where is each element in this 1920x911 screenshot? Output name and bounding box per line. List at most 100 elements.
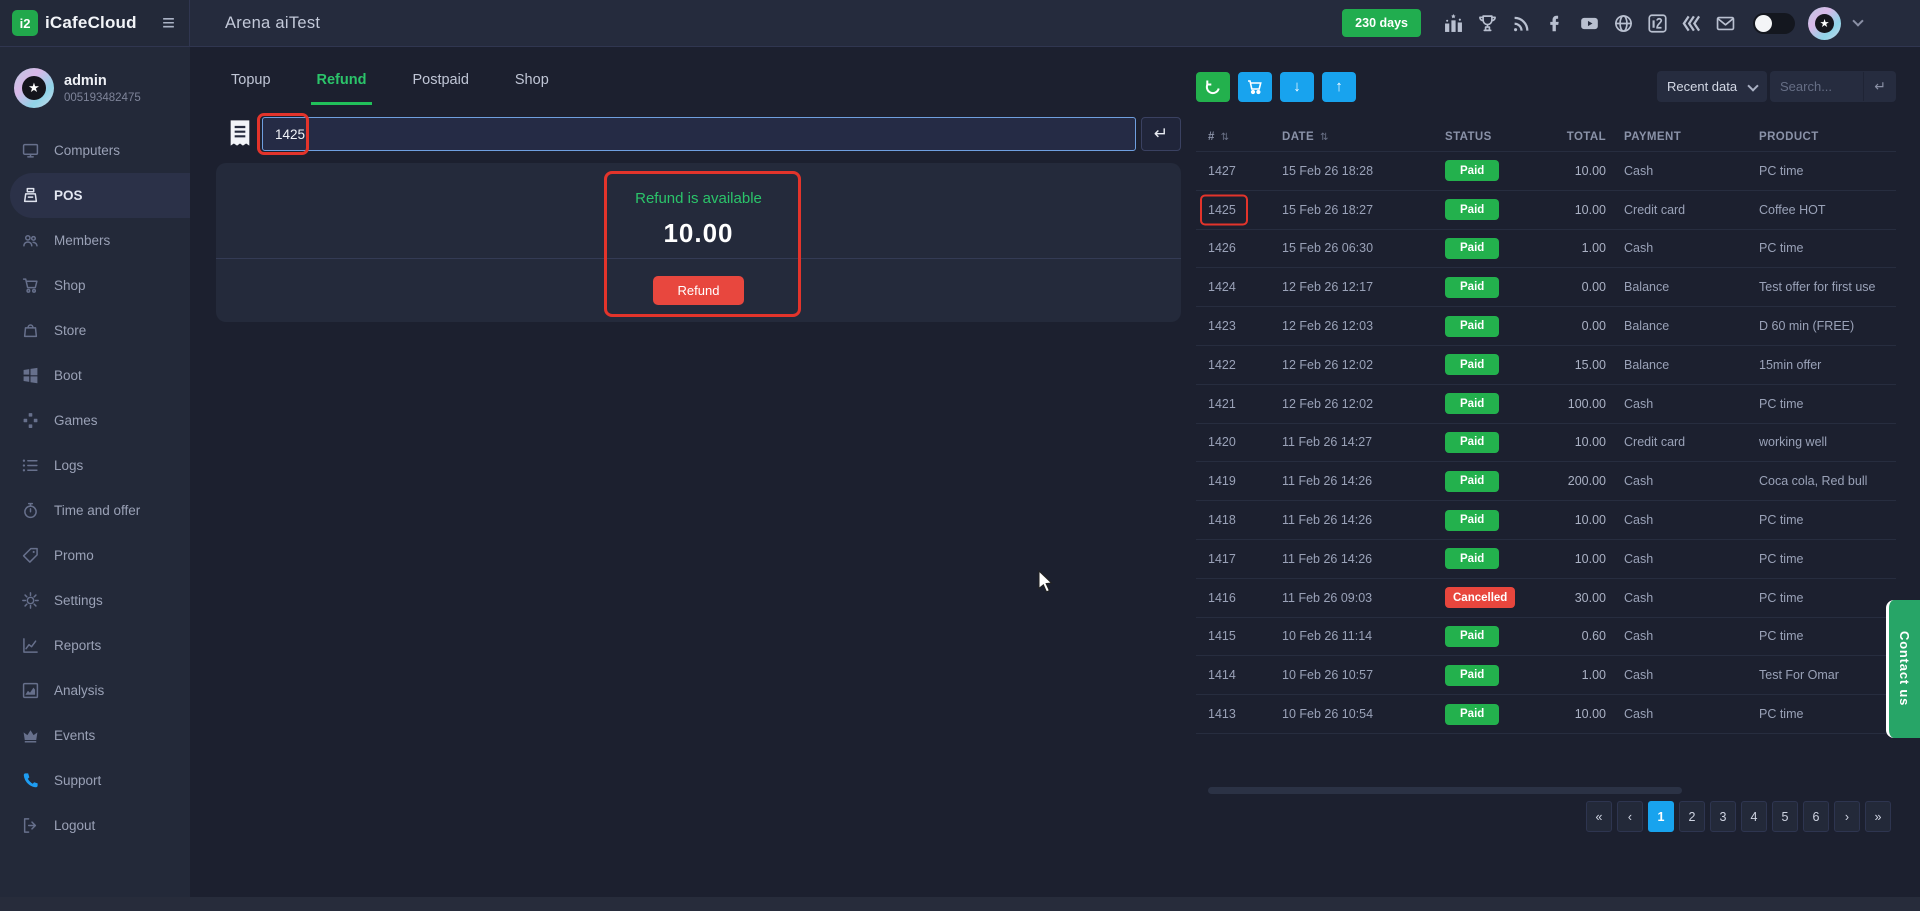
sidebar-item-label: Events <box>54 728 95 743</box>
tag-icon <box>22 547 39 564</box>
upload-arrow-button[interactable]: ↑ <box>1322 72 1356 102</box>
table-row[interactable]: 141510 Feb 26 11:14Paid0.60CashPC time <box>1196 618 1896 657</box>
table-row[interactable]: 142011 Feb 26 14:27Paid10.00Credit cardw… <box>1196 424 1896 463</box>
i2-icon[interactable] <box>1647 13 1668 34</box>
cell-payment: Cash <box>1606 591 1759 605</box>
license-days-button[interactable]: 230 days <box>1342 9 1421 37</box>
theme-toggle[interactable] <box>1753 13 1795 34</box>
sidebar-item-members[interactable]: Members <box>0 218 190 263</box>
cell-product: PC time <box>1759 164 1896 178</box>
layers-icon[interactable] <box>1681 13 1702 34</box>
horizontal-scrollbar[interactable] <box>1208 787 1682 794</box>
sidebar-toggle-burger-icon[interactable]: ≡ <box>162 12 175 34</box>
cell-status: Paid <box>1445 626 1526 647</box>
sidebar-user-block[interactable]: ★ admin 005193482475 <box>0 47 190 122</box>
user-menu-chevron-down-icon[interactable] <box>1852 15 1863 26</box>
table-row[interactable]: 142615 Feb 26 06:30Paid1.00CashPC time <box>1196 230 1896 269</box>
cell-payment: Cash <box>1606 513 1759 527</box>
table-row[interactable]: 141310 Feb 26 10:54Paid10.00CashPC time <box>1196 695 1896 734</box>
cell-total: 0.60 <box>1526 629 1606 643</box>
table-row[interactable]: 141611 Feb 26 09:03Cancelled30.00CashPC … <box>1196 579 1896 618</box>
user-avatar[interactable]: ★ <box>1808 7 1841 40</box>
cell-payment: Cash <box>1606 397 1759 411</box>
bottom-scroll-strip[interactable] <box>0 897 1920 911</box>
search-enter-icon[interactable]: ↵ <box>1863 72 1896 101</box>
contact-us-tab[interactable]: Contact us <box>1886 600 1920 738</box>
sort-icon[interactable]: ⇅ <box>1320 132 1329 143</box>
order-number-input[interactable] <box>262 117 1136 151</box>
phone-icon <box>22 772 39 789</box>
sidebar-item-logs[interactable]: Logs <box>0 443 190 488</box>
cell-product: Test For Omar <box>1759 668 1896 682</box>
page-button--[interactable]: « <box>1586 801 1612 832</box>
trophy-icon[interactable] <box>1477 13 1498 34</box>
select-chevron-down-icon <box>1747 80 1758 91</box>
sidebar-avatar: ★ <box>14 68 54 108</box>
table-row[interactable]: 142212 Feb 26 12:02Paid15.00Balance15min… <box>1196 346 1896 385</box>
page-button-2[interactable]: 2 <box>1679 801 1705 832</box>
refresh-button[interactable] <box>1196 72 1230 102</box>
sidebar-item-label: Games <box>54 413 98 428</box>
status-badge: Paid <box>1445 160 1499 181</box>
table-row[interactable]: 142412 Feb 26 12:17Paid0.00BalanceTest o… <box>1196 268 1896 307</box>
download-arrow-button[interactable]: ↓ <box>1280 72 1314 102</box>
table-row[interactable]: 141911 Feb 26 14:26Paid200.00CashCoca co… <box>1196 462 1896 501</box>
status-badge: Paid <box>1445 510 1499 531</box>
table-row[interactable]: 142515 Feb 26 18:27Paid10.00Credit cardC… <box>1196 191 1896 230</box>
sidebar-item-computers[interactable]: Computers <box>0 128 190 173</box>
refund-button[interactable]: Refund <box>653 276 744 305</box>
table-row[interactable]: 141711 Feb 26 14:26Paid10.00CashPC time <box>1196 540 1896 579</box>
sort-icon[interactable]: ⇅ <box>1221 132 1230 143</box>
panel-divider <box>216 258 1181 259</box>
cell-product: Test offer for first use <box>1759 280 1896 294</box>
sidebar-item-promo[interactable]: Promo <box>0 533 190 578</box>
status-badge: Paid <box>1445 704 1499 725</box>
table-body: 142715 Feb 26 18:28Paid10.00CashPC time1… <box>1196 152 1896 734</box>
sidebar-item-logout[interactable]: Logout <box>0 803 190 848</box>
sidebar-item-time-and-offer[interactable]: Time and offer <box>0 488 190 533</box>
tab-postpaid[interactable]: Postpaid <box>406 72 474 105</box>
table-row[interactable]: 142312 Feb 26 12:03Paid0.00BalanceD 60 m… <box>1196 307 1896 346</box>
sidebar-item-store[interactable]: Store <box>0 308 190 353</box>
tab-refund[interactable]: Refund <box>311 72 373 105</box>
sidebar-item-games[interactable]: Games <box>0 398 190 443</box>
orders-search-input[interactable] <box>1770 79 1863 94</box>
sidebar-item-reports[interactable]: Reports <box>0 623 190 668</box>
status-badge: Paid <box>1445 238 1499 259</box>
tab-shop[interactable]: Shop <box>509 72 555 105</box>
page-button--[interactable]: ‹ <box>1617 801 1643 832</box>
page-button-5[interactable]: 5 <box>1772 801 1798 832</box>
globe-icon[interactable] <box>1613 13 1634 34</box>
refund-status-text: Refund is available <box>216 190 1181 207</box>
page-button--[interactable]: » <box>1865 801 1891 832</box>
table-row[interactable]: 142112 Feb 26 12:02Paid100.00CashPC time <box>1196 385 1896 424</box>
facebook-icon[interactable] <box>1545 13 1566 34</box>
page-button--[interactable]: › <box>1834 801 1860 832</box>
sidebar-item-analysis[interactable]: Analysis <box>0 668 190 713</box>
cell-payment: Credit card <box>1606 435 1759 449</box>
logs-icon <box>22 457 39 474</box>
podium-icon[interactable] <box>1443 13 1464 34</box>
sidebar-item-boot[interactable]: Boot <box>0 353 190 398</box>
sidebar-item-shop[interactable]: Shop <box>0 263 190 308</box>
page-button-3[interactable]: 3 <box>1710 801 1736 832</box>
table-row[interactable]: 141811 Feb 26 14:26Paid10.00CashPC time <box>1196 501 1896 540</box>
sidebar-item-events[interactable]: Events <box>0 713 190 758</box>
sidebar-item-pos[interactable]: POS <box>10 173 190 218</box>
page-button-4[interactable]: 4 <box>1741 801 1767 832</box>
tab-topup[interactable]: Topup <box>225 72 277 105</box>
page-button-1[interactable]: 1 <box>1648 801 1674 832</box>
page-button-6[interactable]: 6 <box>1803 801 1829 832</box>
table-row[interactable]: 141410 Feb 26 10:57Paid1.00CashTest For … <box>1196 656 1896 695</box>
sidebar-item-settings[interactable]: Settings <box>0 578 190 623</box>
receipt-icon[interactable] <box>228 119 252 147</box>
data-range-select[interactable]: Recent data <box>1657 71 1767 102</box>
rss-icon[interactable] <box>1511 13 1532 34</box>
mail-icon[interactable] <box>1715 13 1736 34</box>
order-id-text: 1416 <box>1208 591 1236 605</box>
cart-button[interactable] <box>1238 72 1272 102</box>
table-row[interactable]: 142715 Feb 26 18:28Paid10.00CashPC time <box>1196 152 1896 191</box>
youtube-icon[interactable] <box>1579 13 1600 34</box>
submit-enter-button[interactable]: ↵ <box>1141 117 1181 151</box>
sidebar-item-support[interactable]: Support <box>0 758 190 803</box>
